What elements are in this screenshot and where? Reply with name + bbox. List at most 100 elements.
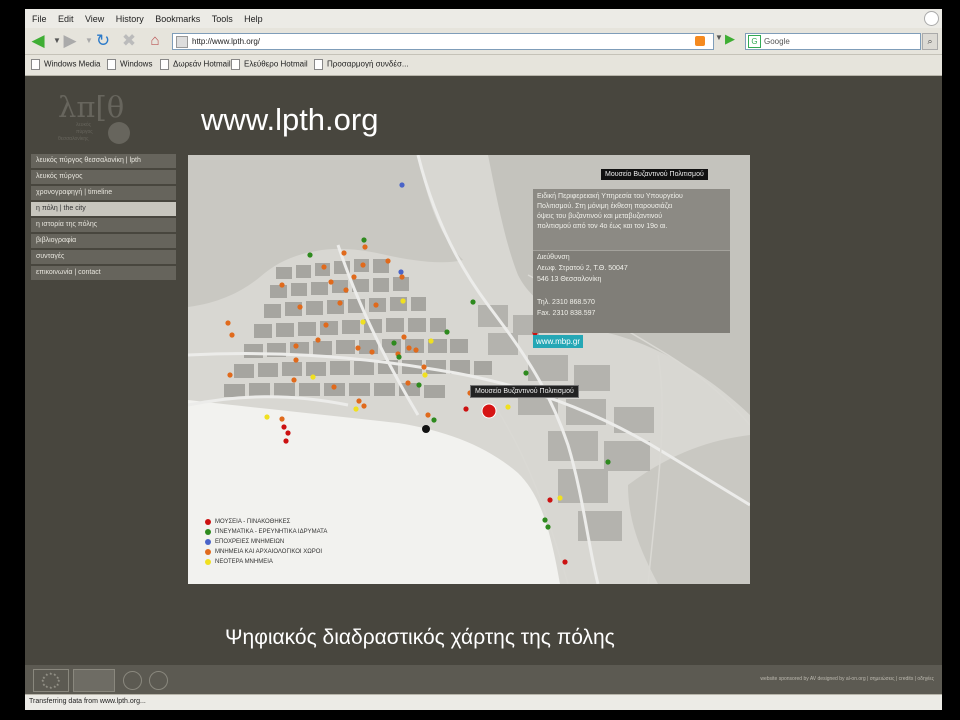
orange-map-marker[interactable]	[351, 274, 357, 280]
orange-map-marker[interactable]	[291, 377, 297, 383]
orange-map-marker[interactable]	[323, 322, 329, 328]
menu-file[interactable]: File	[32, 14, 47, 24]
orange-map-marker[interactable]	[369, 349, 375, 355]
bookmark-windows-media[interactable]: Windows Media	[31, 59, 100, 70]
orange-map-marker[interactable]	[361, 403, 367, 409]
orange-map-marker[interactable]	[337, 300, 343, 306]
url-dropdown-icon[interactable]: ▼	[715, 33, 723, 42]
orange-map-marker[interactable]	[356, 398, 362, 404]
browser-window: File Edit View History Bookmarks Tools H…	[25, 9, 942, 710]
bookmark-customize-links[interactable]: Προσαρμογή συνδέσ...	[314, 59, 409, 70]
green-map-marker[interactable]	[605, 459, 611, 465]
site-logo[interactable]: λπ[θ λευκός πύργος θεσσαλονίκης	[50, 86, 130, 146]
yellow-map-marker[interactable]	[400, 298, 406, 304]
yellow-map-marker[interactable]	[422, 372, 428, 378]
yellow-map-marker[interactable]	[264, 414, 270, 420]
bookmark-hotmail[interactable]: Ελεύθερο Hotmail	[231, 59, 308, 70]
menu-edit[interactable]: Edit	[58, 14, 74, 24]
search-input[interactable]: G Google	[745, 33, 921, 50]
nav-item-white-tower[interactable]: λευκός πύργος	[31, 170, 176, 184]
orange-map-marker[interactable]	[225, 320, 231, 326]
yellow-map-marker[interactable]	[353, 406, 359, 412]
blue-map-marker[interactable]	[398, 269, 404, 275]
green-map-marker[interactable]	[361, 237, 367, 243]
orange-map-marker[interactable]	[315, 337, 321, 343]
red-map-marker[interactable]	[283, 438, 289, 444]
red-map-marker[interactable]	[562, 559, 568, 565]
orange-map-marker[interactable]	[355, 345, 361, 351]
orange-map-marker[interactable]	[321, 264, 327, 270]
red-map-marker[interactable]	[281, 424, 287, 430]
orange-map-marker[interactable]	[425, 412, 431, 418]
reload-icon[interactable]: ↻	[93, 31, 113, 51]
orange-map-marker[interactable]	[362, 244, 368, 250]
orange-map-marker[interactable]	[405, 380, 411, 386]
orange-map-marker[interactable]	[343, 287, 349, 293]
nav-item-bibliography[interactable]: βιβλιογραφία	[31, 234, 176, 248]
search-magnifier-icon[interactable]: ⌕	[922, 33, 938, 50]
orange-map-marker[interactable]	[385, 258, 391, 264]
menu-tools[interactable]: Tools	[212, 14, 233, 24]
interactive-city-map[interactable]: Μουσείο Βυζαντινού Πολιτισμού Ειδική Περ…	[188, 155, 750, 584]
green-map-marker[interactable]	[416, 382, 422, 388]
red-map-marker[interactable]	[547, 497, 553, 503]
url-input[interactable]: http://www.lpth.org/	[172, 33, 714, 50]
bookmark-free-hotmail[interactable]: Δωρεάν Hotmail	[160, 59, 231, 70]
footer-credits[interactable]: website sponsored by AV designed by al-o…	[760, 676, 934, 682]
green-map-marker[interactable]	[391, 340, 397, 346]
red-map-marker[interactable]	[285, 430, 291, 436]
nav-item-lpth[interactable]: λευκός πύργος θεσσαλονίκη | lpth	[31, 154, 176, 168]
green-map-marker[interactable]	[307, 252, 313, 258]
green-map-marker[interactable]	[431, 417, 437, 423]
nav-item-recipes[interactable]: συνταγές	[31, 250, 176, 264]
menu-view[interactable]: View	[85, 14, 104, 24]
popup-website-link[interactable]: www.mbp.gr	[533, 335, 584, 348]
menu-history[interactable]: History	[116, 14, 144, 24]
orange-map-marker[interactable]	[297, 304, 303, 310]
orange-map-marker[interactable]	[331, 384, 337, 390]
orange-map-marker[interactable]	[229, 332, 235, 338]
orange-map-marker[interactable]	[293, 357, 299, 363]
orange-map-marker[interactable]	[227, 372, 233, 378]
rss-feed-icon[interactable]	[695, 36, 705, 46]
yellow-map-marker[interactable]	[557, 495, 563, 501]
yellow-map-marker[interactable]	[505, 404, 511, 410]
nav-item-the-city[interactable]: η πόλη | the city	[31, 202, 176, 216]
back-arrow-icon[interactable]: ◀	[28, 31, 48, 51]
green-map-marker[interactable]	[444, 329, 450, 335]
orange-map-marker[interactable]	[413, 347, 419, 353]
nav-item-city-history[interactable]: η ιστορία της πόλης	[31, 218, 176, 232]
nav-item-timeline[interactable]: χρονογραφηγή | timeline	[31, 186, 176, 200]
forward-arrow-icon[interactable]: ▶	[60, 31, 80, 51]
stop-icon[interactable]: ✖	[119, 31, 139, 51]
blue-map-marker[interactable]	[399, 182, 405, 188]
go-arrow-icon[interactable]: ▶	[725, 31, 735, 47]
orange-map-marker[interactable]	[360, 262, 366, 268]
orange-map-marker[interactable]	[421, 364, 427, 370]
orange-map-marker[interactable]	[341, 250, 347, 256]
orange-map-marker[interactable]	[401, 334, 407, 340]
search-engine-icon[interactable]: G	[748, 35, 761, 48]
orange-map-marker[interactable]	[328, 279, 334, 285]
yellow-map-marker[interactable]	[310, 374, 316, 380]
yellow-map-marker[interactable]	[360, 319, 366, 325]
orange-map-marker[interactable]	[406, 345, 412, 351]
green-map-marker[interactable]	[470, 299, 476, 305]
home-icon[interactable]: ⌂	[145, 31, 165, 51]
orange-map-marker[interactable]	[279, 416, 285, 422]
orange-map-marker[interactable]	[373, 302, 379, 308]
menu-bookmarks[interactable]: Bookmarks	[155, 14, 200, 24]
nav-item-contact[interactable]: επικοινωνία | contact	[31, 266, 176, 280]
legend-item: ΜΟΥΣΕΙΑ - ΠΙΝΑΚΟΘΗΚΕΣ	[205, 517, 327, 527]
orange-map-marker[interactable]	[399, 274, 405, 280]
green-map-marker[interactable]	[523, 370, 529, 376]
menu-help[interactable]: Help	[244, 14, 263, 24]
green-map-marker[interactable]	[396, 354, 402, 360]
red-map-marker[interactable]	[463, 406, 469, 412]
yellow-map-marker[interactable]	[428, 338, 434, 344]
green-map-marker[interactable]	[545, 524, 551, 530]
bookmark-windows[interactable]: Windows	[107, 59, 152, 70]
green-map-marker[interactable]	[542, 517, 548, 523]
orange-map-marker[interactable]	[279, 282, 285, 288]
orange-map-marker[interactable]	[293, 343, 299, 349]
